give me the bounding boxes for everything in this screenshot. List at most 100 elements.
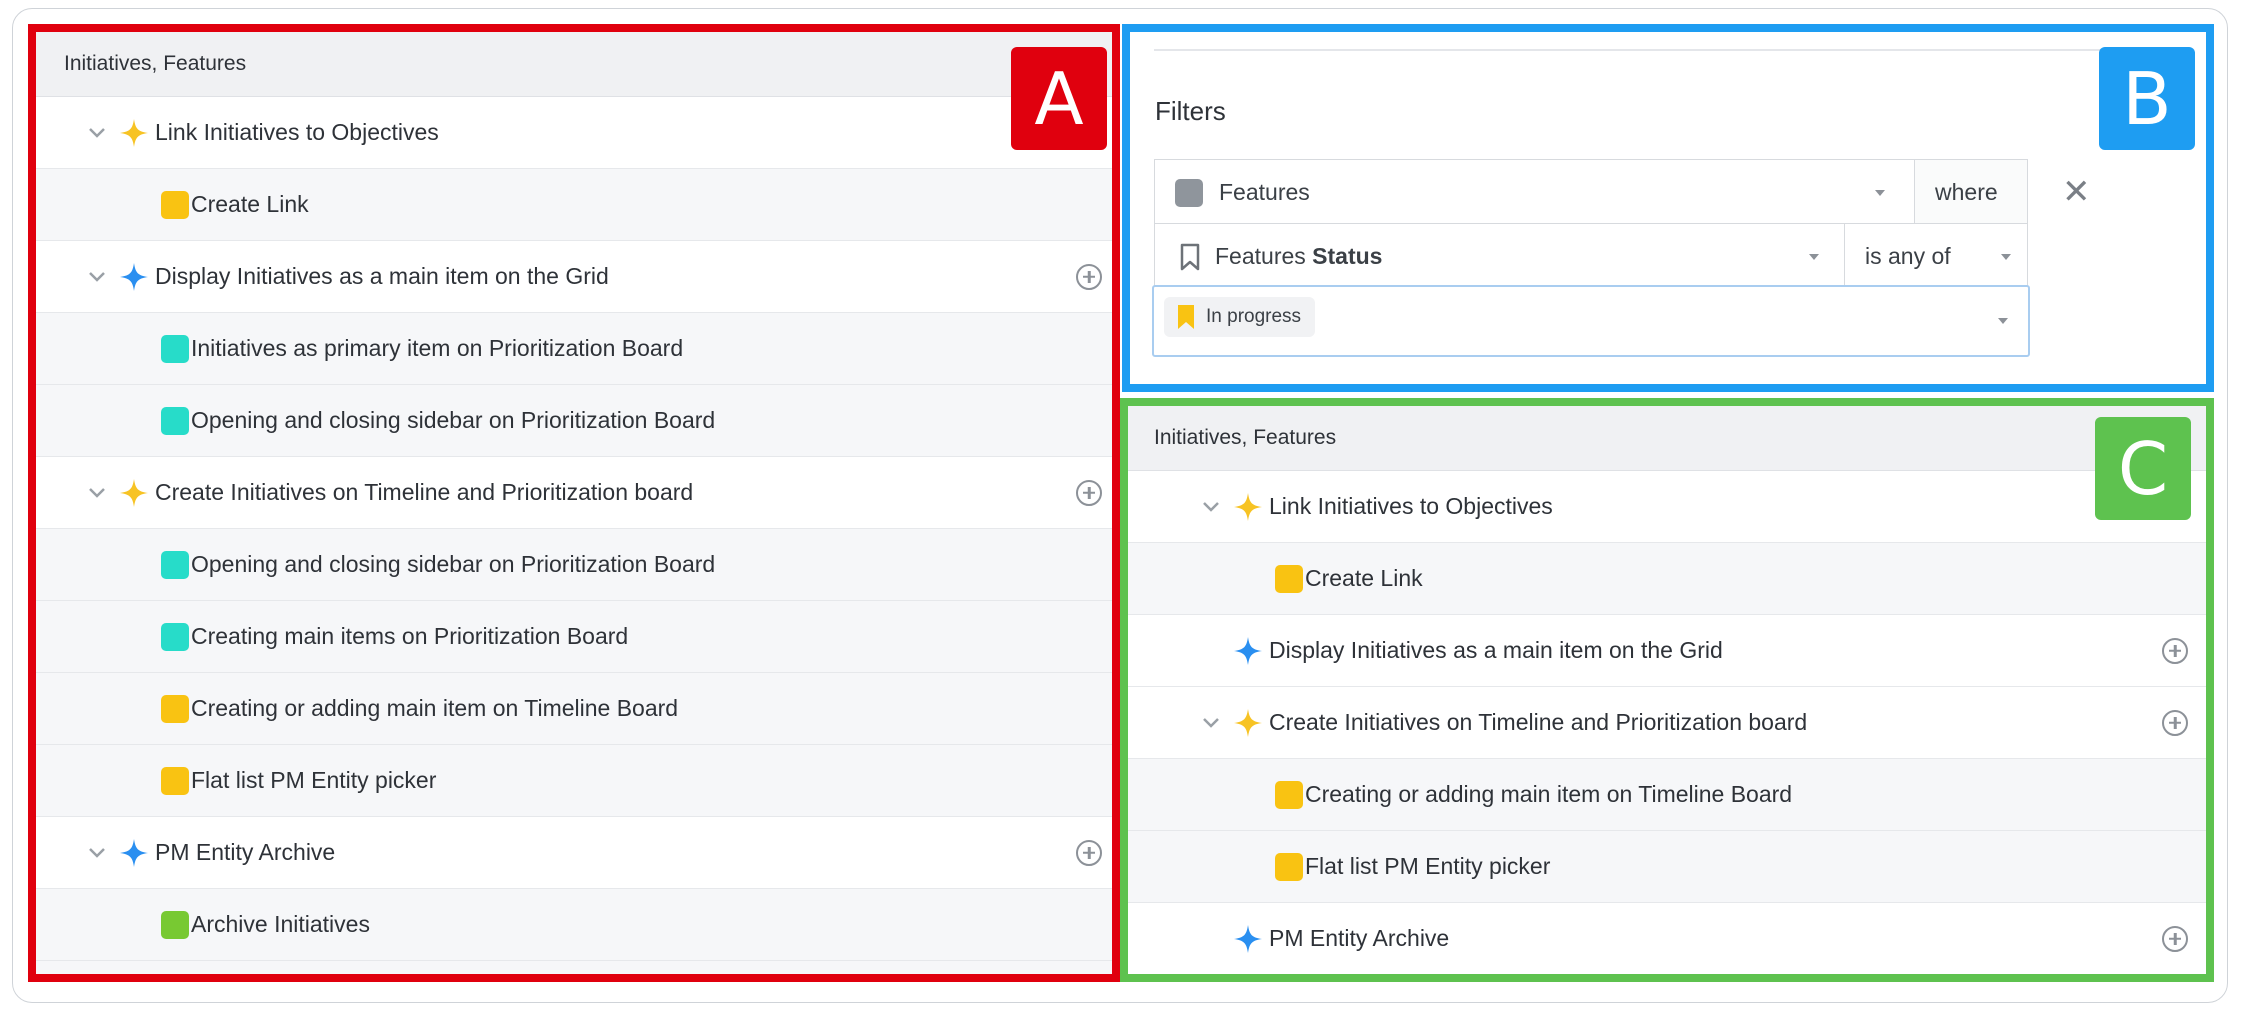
tree-row-feature[interactable]: Create Link [1128, 543, 2206, 615]
tree-header: Initiatives, Features [36, 32, 1112, 97]
add-child-icon[interactable] [1076, 263, 1102, 290]
dropdown-caret-icon [1998, 318, 2008, 324]
initiative-star-icon [120, 118, 148, 147]
row-label: PM Entity Archive [155, 839, 336, 865]
row-label: Creating main items on Prioritization Bo… [191, 623, 629, 649]
entity-select[interactable]: Features [1154, 159, 1916, 225]
row-label: Link Initiatives to Objectives [155, 119, 439, 145]
initiative-star-icon [1234, 924, 1262, 953]
feature-status-square-icon [161, 766, 189, 795]
chevron-down-icon[interactable] [84, 480, 110, 506]
add-child-icon[interactable] [1076, 839, 1102, 866]
row-label: Display Initiatives as a main item on th… [1269, 637, 1723, 663]
bookmark-icon [1180, 243, 1200, 271]
initiative-star-icon [120, 838, 148, 867]
feature-status-square-icon [161, 334, 189, 363]
add-child-icon[interactable] [2162, 709, 2188, 736]
tree-row-feature[interactable]: Create Link [36, 169, 1112, 241]
dropdown-caret-icon [1809, 254, 1819, 260]
panel-c-tree: Initiatives, Features Link Initiatives t… [1120, 398, 2214, 982]
field-prefix: Features [1215, 243, 1306, 269]
dropdown-caret-icon [2001, 254, 2011, 260]
panel-b-badge: B [2099, 47, 2195, 150]
field-name: Status [1312, 243, 1383, 269]
row-label: Creating or adding main item on Timeline… [1305, 781, 1793, 807]
chevron-down-icon[interactable] [1198, 710, 1224, 736]
row-label: Creating or adding main item on Timeline… [191, 695, 679, 721]
panel-a-tree: Initiatives, Features Link Initiatives t… [28, 24, 1120, 982]
chevron-down-icon[interactable] [84, 264, 110, 290]
where-label-box: where [1914, 159, 2028, 225]
initiative-star-icon [1234, 708, 1262, 737]
row-label: Opening and closing sidebar on Prioritiz… [191, 407, 716, 433]
row-label: Flat list PM Entity picker [191, 767, 437, 793]
initiative-star-icon [1234, 636, 1262, 665]
status-value-select[interactable]: In progress [1152, 285, 2030, 357]
feature-status-square-icon [161, 550, 189, 579]
feature-status-square-icon [1275, 564, 1303, 593]
tree-row-feature[interactable]: Creating main items on Prioritization Bo… [36, 601, 1112, 673]
row-label: Opening and closing sidebar on Prioritiz… [191, 551, 716, 577]
panel-a-badge: A [1011, 47, 1107, 150]
row-label: Create Link [1305, 565, 1423, 591]
tree-row-feature[interactable]: Creating or adding main item on Timeline… [1128, 759, 2206, 831]
feature-status-square-icon [161, 190, 189, 219]
row-label: Link Initiatives to Objectives [1269, 493, 1553, 519]
row-label: Flat list PM Entity picker [1305, 853, 1551, 879]
feature-status-square-icon [161, 694, 189, 723]
tree-row-feature[interactable]: Creating or adding main item on Timeline… [36, 673, 1112, 745]
panel-b-filters: Filters Features where ✕ Features Status… [1122, 24, 2214, 392]
tree-row-initiative[interactable]: Create Initiatives on Timeline and Prior… [36, 457, 1112, 529]
feature-status-square-icon [1275, 780, 1303, 809]
tree-row-initiative[interactable]: PM Entity Archive [1128, 903, 2206, 974]
feature-status-square-icon [161, 910, 189, 939]
row-label: Initiatives as primary item on Prioritiz… [191, 335, 684, 361]
initiative-star-icon [120, 262, 148, 291]
tree-row-feature[interactable]: Archive Initiatives [36, 889, 1112, 961]
feature-status-square-icon [1275, 852, 1303, 881]
row-label: Create Link [191, 191, 309, 217]
tree-row-feature[interactable]: Flat list PM Entity picker [1128, 831, 2206, 903]
chevron-down-icon[interactable] [84, 120, 110, 146]
row-label: Display Initiatives as a main item on th… [155, 263, 609, 289]
tree-row-initiative[interactable]: Display Initiatives as a main item on th… [36, 241, 1112, 313]
tree-row-initiative[interactable]: Create Initiatives on Timeline and Prior… [1128, 687, 2206, 759]
feature-status-square-icon [161, 406, 189, 435]
field-select-value: Features Status [1215, 243, 1382, 270]
initiative-star-icon [120, 478, 148, 507]
status-chip-label: In progress [1206, 306, 1302, 327]
chevron-down-icon[interactable] [84, 840, 110, 866]
field-select[interactable]: Features Status [1154, 223, 1846, 289]
panel-c-badge: C [2095, 417, 2191, 520]
operator-select[interactable]: is any of [1844, 223, 2028, 289]
entity-square-icon [1175, 179, 1203, 207]
tree-row-feature[interactable]: Initiatives as primary item on Prioritiz… [36, 313, 1112, 385]
tree-row-feature[interactable]: Opening and closing sidebar on Prioritiz… [36, 529, 1112, 601]
feature-status-square-icon [161, 622, 189, 651]
add-child-icon[interactable] [2162, 637, 2188, 664]
filters-title: Filters [1155, 96, 1226, 126]
tree-row-initiative[interactable]: PM Entity Archive [36, 817, 1112, 889]
entity-select-value: Features [1219, 179, 1310, 205]
tree-row-initiative[interactable]: Display Initiatives as a main item on th… [1128, 615, 2206, 687]
tree-header: Initiatives, Features [1128, 406, 2206, 471]
tree-row-feature[interactable]: Opening and closing sidebar on Prioritiz… [36, 385, 1112, 457]
add-child-icon[interactable] [2162, 925, 2188, 952]
where-label: where [1935, 179, 1998, 205]
operator-select-value: is any of [1865, 243, 1951, 269]
initiative-star-icon [1234, 492, 1262, 521]
tree-row-feature[interactable]: Flat list PM Entity picker [36, 745, 1112, 817]
row-label: Create Initiatives on Timeline and Prior… [1269, 709, 1808, 735]
status-chip[interactable]: In progress [1164, 297, 1316, 337]
chevron-down-icon[interactable] [1198, 494, 1224, 520]
row-label: PM Entity Archive [1269, 925, 1450, 951]
tree-row-initiative[interactable]: Link Initiatives to Objectives [1128, 471, 2206, 543]
add-child-icon[interactable] [1076, 479, 1102, 506]
tree-row-initiative[interactable]: Link Initiatives to Objectives [36, 97, 1112, 169]
row-label: Create Initiatives on Timeline and Prior… [155, 479, 694, 505]
dropdown-caret-icon [1875, 190, 1885, 196]
divider [1154, 49, 2124, 51]
row-label: Archive Initiatives [191, 911, 370, 937]
bookmark-icon [1178, 305, 1194, 329]
close-icon[interactable]: ✕ [2062, 175, 2091, 209]
